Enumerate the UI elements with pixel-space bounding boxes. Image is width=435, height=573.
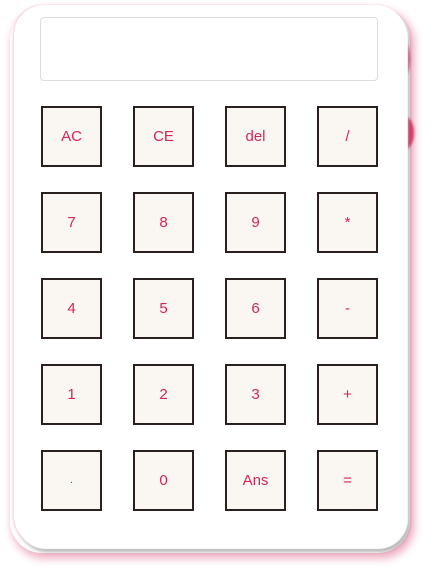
digit-2-button[interactable]: 2 (133, 364, 194, 425)
add-button[interactable]: + (317, 364, 378, 425)
digit-1-button[interactable]: 1 (41, 364, 102, 425)
calculator-display (40, 17, 378, 81)
multiply-button[interactable]: * (317, 192, 378, 253)
digit-5-button[interactable]: 5 (133, 278, 194, 339)
digit-0-button[interactable]: 0 (133, 450, 194, 511)
digit-3-button[interactable]: 3 (225, 364, 286, 425)
digit-8-button[interactable]: 8 (133, 192, 194, 253)
digit-7-button[interactable]: 7 (41, 192, 102, 253)
all-clear-button[interactable]: AC (41, 106, 102, 167)
digit-6-button[interactable]: 6 (225, 278, 286, 339)
equals-button[interactable]: = (317, 450, 378, 511)
delete-button[interactable]: del (225, 106, 286, 167)
calculator-app: AC CE del / 7 8 9 * 4 5 6 - 1 2 3 + . 0 … (0, 0, 435, 573)
digit-9-button[interactable]: 9 (225, 192, 286, 253)
divide-button[interactable]: / (317, 106, 378, 167)
decimal-point-button[interactable]: . (41, 450, 102, 511)
calculator-body: AC CE del / 7 8 9 * 4 5 6 - 1 2 3 + . 0 … (14, 5, 406, 546)
digit-4-button[interactable]: 4 (41, 278, 102, 339)
clear-entry-button[interactable]: CE (133, 106, 194, 167)
keypad: AC CE del / 7 8 9 * 4 5 6 - 1 2 3 + . 0 … (41, 106, 378, 511)
answer-button[interactable]: Ans (225, 450, 286, 511)
subtract-button[interactable]: - (317, 278, 378, 339)
